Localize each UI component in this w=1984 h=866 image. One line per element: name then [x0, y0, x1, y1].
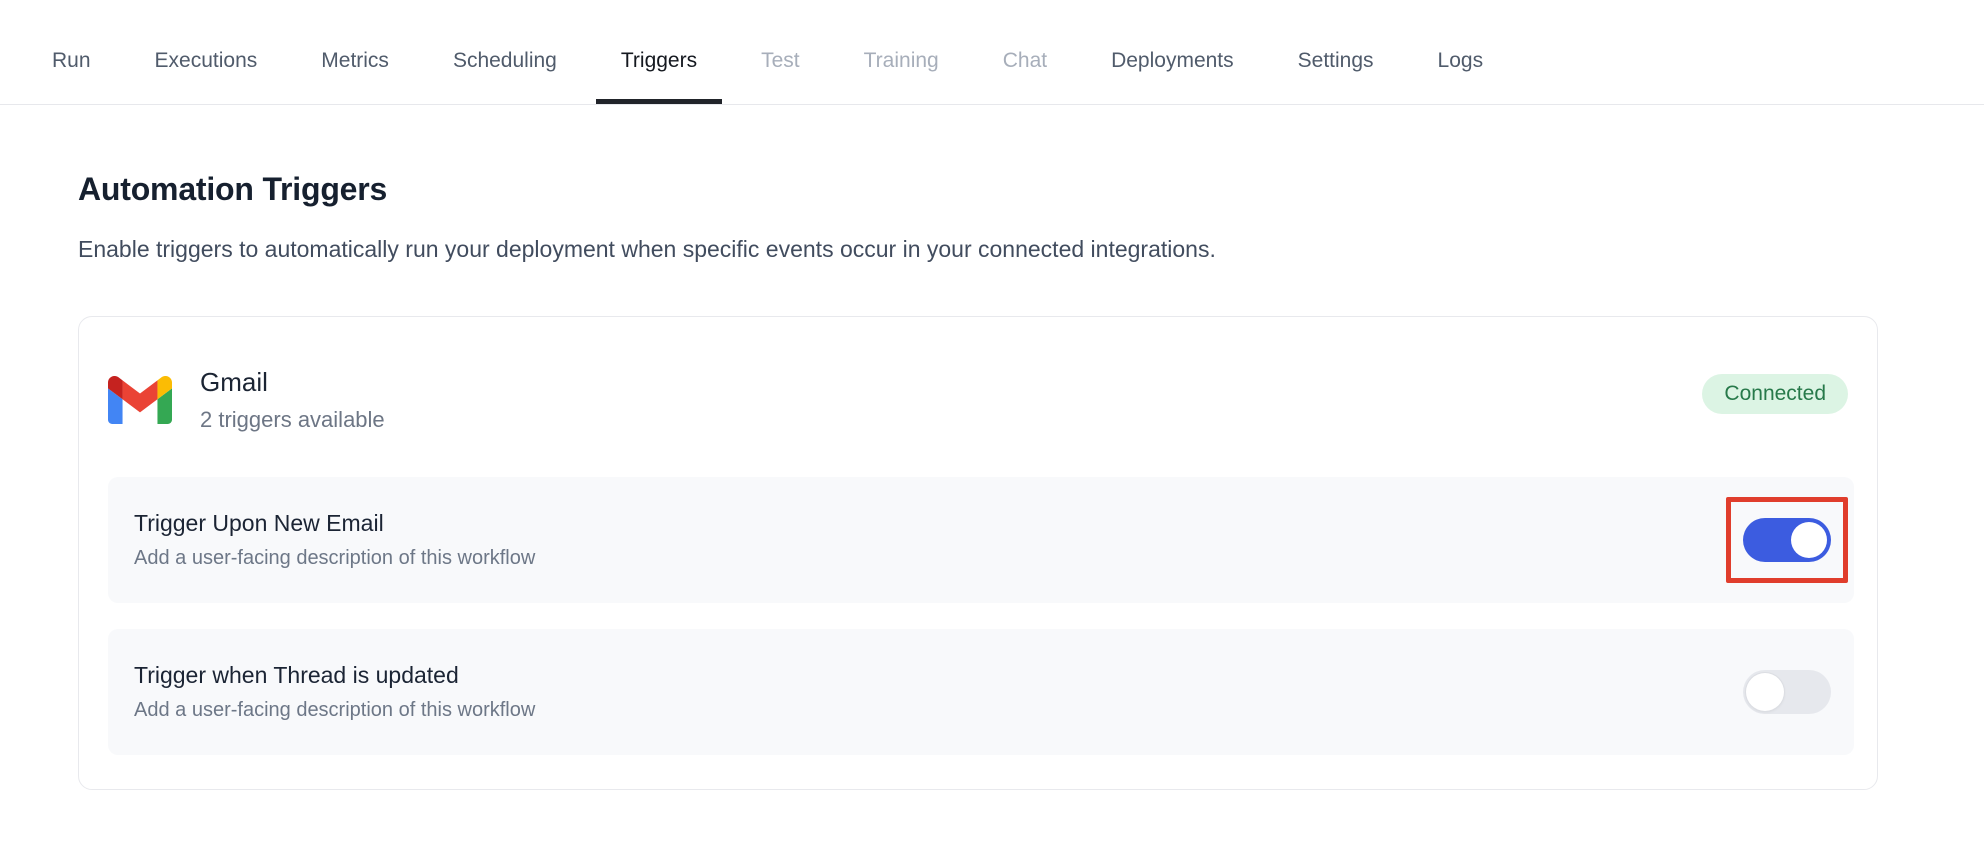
tab-deployments[interactable]: Deployments [1086, 0, 1259, 104]
integration-card-header: Gmail 2 triggers available Connected [108, 367, 1854, 433]
tab-settings[interactable]: Settings [1273, 0, 1399, 104]
integration-titles: Gmail 2 triggers available [200, 367, 385, 433]
tab-bar: RunExecutionsMetricsSchedulingTriggersTe… [0, 0, 1984, 105]
tab-triggers[interactable]: Triggers [596, 0, 722, 104]
trigger-text: Trigger Upon New Email Add a user-facing … [134, 510, 535, 570]
trigger-title: Trigger when Thread is updated [134, 662, 535, 689]
trigger-toggle[interactable] [1743, 670, 1831, 714]
trigger-row: Trigger when Thread is updated Add a user… [108, 629, 1854, 755]
tab-chat: Chat [978, 0, 1072, 104]
trigger-description: Add a user-facing description of this wo… [134, 699, 535, 722]
integration-card: Gmail 2 triggers available Connected Tri… [78, 316, 1878, 790]
tab-run[interactable]: Run [27, 0, 116, 104]
page-title: Automation Triggers [78, 171, 1906, 208]
integration-subtitle: 2 triggers available [200, 407, 385, 433]
toggle-knob [1791, 522, 1827, 558]
gmail-icon [108, 376, 172, 424]
tab-executions[interactable]: Executions [130, 0, 283, 104]
integration-name: Gmail [200, 367, 385, 398]
trigger-toggle[interactable] [1743, 518, 1831, 562]
trigger-title: Trigger Upon New Email [134, 510, 535, 537]
tab-metrics[interactable]: Metrics [296, 0, 414, 104]
tab-training: Training [839, 0, 964, 104]
trigger-text: Trigger when Thread is updated Add a user… [134, 662, 535, 722]
triggers-page: Automation Triggers Enable triggers to a… [0, 171, 1984, 790]
toggle-knob [1746, 673, 1784, 711]
status-badge: Connected [1702, 374, 1848, 414]
trigger-description: Add a user-facing description of this wo… [134, 547, 535, 570]
tab-logs[interactable]: Logs [1413, 0, 1509, 104]
page-description: Enable triggers to automatically run you… [78, 234, 1906, 264]
tab-test: Test [736, 0, 825, 104]
trigger-list: Trigger Upon New Email Add a user-facing … [108, 477, 1854, 755]
trigger-row: Trigger Upon New Email Add a user-facing … [108, 477, 1854, 603]
highlight-annotation-box [1726, 497, 1848, 583]
tab-scheduling[interactable]: Scheduling [428, 0, 582, 104]
